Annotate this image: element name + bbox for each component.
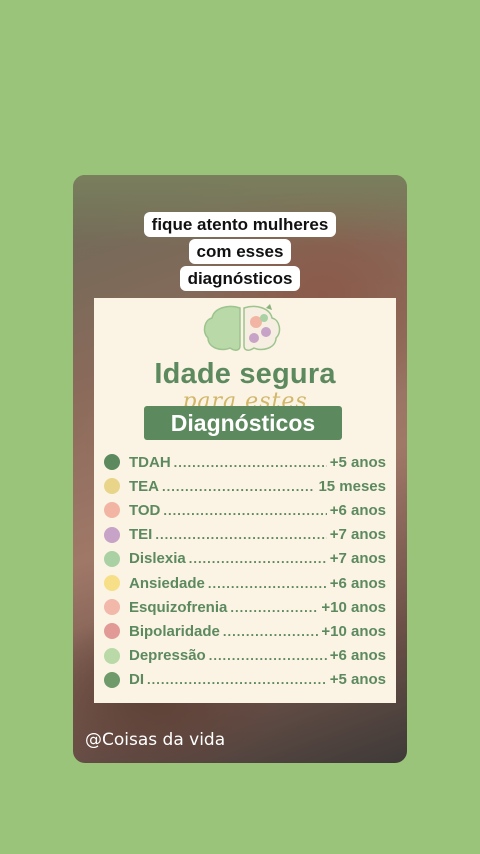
bullet-dot: [104, 623, 120, 640]
diagnosis-name: Dislexia: [129, 550, 186, 568]
diagnosis-name: TDAH: [129, 453, 171, 471]
story-frame: fique atento mulheres com esses diagnóst…: [73, 175, 407, 763]
leader-dots: [230, 600, 318, 615]
leader-dots: [163, 503, 326, 518]
diagnosis-age: +6 anos: [329, 501, 386, 519]
leader-dots: [223, 624, 319, 639]
diagnosis-age: +7 anos: [329, 550, 386, 568]
bullet-dot: [104, 526, 120, 543]
caption-line: diagnósticos: [179, 266, 301, 291]
diagnosis-name: DI: [129, 671, 144, 689]
leader-dots: [174, 455, 327, 470]
diagnosis-name: TOD: [129, 501, 161, 519]
card-title: Idade segura: [154, 358, 336, 390]
leader-dots: [208, 576, 327, 591]
list-item: Dislexia +7 anos: [104, 547, 386, 571]
brain-puzzle-icon: [203, 304, 281, 351]
list-item: Ansiedade +6 anos: [104, 571, 386, 595]
diagnosis-name: TEI: [129, 526, 153, 544]
diagnoses-card: Idade segura para estes Diagnósticos TDA…: [94, 298, 396, 703]
caption-text: fique atento mulheres com esses diagnóst…: [73, 211, 407, 292]
list-item: Depressão +6 anos: [104, 644, 386, 668]
diagnosis-age: +5 anos: [329, 453, 386, 471]
bullet-dot: [104, 550, 120, 567]
leader-dots: [189, 551, 327, 566]
caption-line: fique atento mulheres: [143, 212, 337, 237]
diagnosis-name: Esquizofrenia: [129, 598, 228, 616]
bullet-dot: [104, 478, 120, 495]
list-item: TEI +7 anos: [104, 523, 386, 547]
leader-dots: [209, 648, 327, 663]
account-handle[interactable]: @Coisas da vida: [85, 730, 225, 750]
list-item: TDAH +5 anos: [104, 450, 386, 474]
bullet-dot: [104, 575, 120, 592]
list-item: Bipolaridade +10 anos: [104, 619, 386, 643]
bullet-dot: [104, 454, 120, 471]
diagnosis-age: +5 anos: [329, 671, 386, 689]
list-item: TEA 15 meses: [104, 474, 386, 498]
bullet-dot: [104, 599, 120, 616]
caption-line: com esses: [188, 239, 292, 264]
diagnoses-list: TDAH +5 anos TEA 15 meses TOD +6 anos TE…: [104, 450, 386, 692]
bullet-dot: [104, 671, 120, 688]
card-badge: Diagnósticos: [144, 406, 342, 440]
bullet-dot: [104, 647, 120, 664]
diagnosis-age: +6 anos: [329, 574, 386, 592]
list-item: DI +5 anos: [104, 668, 386, 692]
leader-dots: [147, 672, 327, 687]
diagnosis-age: +6 anos: [329, 647, 386, 665]
diagnosis-age: +10 anos: [321, 622, 386, 640]
list-item: TOD +6 anos: [104, 498, 386, 522]
diagnosis-name: Bipolaridade: [129, 622, 220, 640]
leader-dots: [162, 479, 315, 494]
bullet-dot: [104, 502, 120, 519]
diagnosis-age: +10 anos: [321, 598, 386, 616]
leader-dots: [155, 527, 326, 542]
diagnosis-name: Ansiedade: [129, 574, 205, 592]
list-item: Esquizofrenia +10 anos: [104, 595, 386, 619]
diagnosis-age: +7 anos: [329, 526, 386, 544]
diagnosis-name: TEA: [129, 477, 159, 495]
diagnosis-age: 15 meses: [318, 477, 386, 495]
diagnosis-name: Depressão: [129, 647, 206, 665]
